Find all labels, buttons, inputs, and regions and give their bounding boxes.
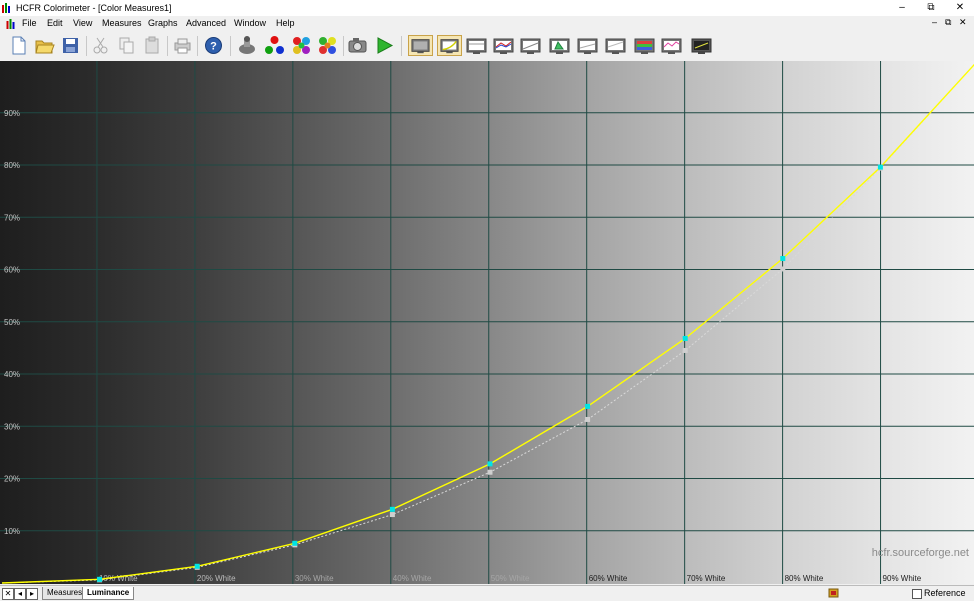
x-tick-label: 70% White	[687, 574, 726, 583]
y-tick-label: 40%	[4, 370, 20, 379]
y-tick-label: 50%	[4, 318, 20, 327]
watermark: hcfr.sourceforge.net	[872, 547, 969, 559]
reference-point	[389, 512, 395, 518]
y-tick-label: 10%	[4, 527, 20, 536]
menu-window[interactable]: Window	[234, 18, 266, 28]
sensor-icon[interactable]	[237, 35, 258, 56]
y-tick-label: 80%	[4, 161, 20, 170]
nav-next-button[interactable]: ▸	[26, 588, 38, 600]
menu-help[interactable]: Help	[276, 18, 295, 28]
print-icon[interactable]	[172, 35, 193, 56]
luminance-chart-svg: 10%20%30%40%50%60%70%80%90%10% White 20% …	[0, 61, 974, 584]
color-mix-icon[interactable]	[317, 35, 338, 56]
menu-advanced[interactable]: Advanced	[186, 18, 226, 28]
save-disk-icon[interactable]	[60, 35, 81, 56]
rgb-balls-icon[interactable]	[264, 35, 285, 56]
document-icon	[6, 19, 15, 29]
sensor-status-icon	[828, 588, 839, 598]
reference-point	[780, 266, 786, 272]
colors-icon[interactable]	[291, 35, 312, 56]
y-tick-label: 30%	[4, 422, 20, 431]
data-point	[389, 506, 395, 512]
nav-close-button[interactable]: ✕	[2, 588, 14, 600]
y-tick-label: 90%	[4, 109, 20, 118]
app-icon	[2, 3, 10, 13]
menu-bar: File Edit View Measures Graphs Advanced …	[0, 16, 974, 31]
x-tick-label: 50% White	[491, 574, 530, 583]
monitor-gray-icon[interactable]	[408, 35, 433, 56]
data-point	[292, 540, 298, 546]
data-point	[682, 335, 688, 341]
data-point	[585, 403, 591, 409]
mdi-restore-button[interactable]: ⧉	[945, 17, 951, 28]
data-point	[487, 461, 493, 467]
monitor-saturation-icon[interactable]	[575, 35, 600, 56]
monitor-luminance-icon[interactable]	[437, 35, 462, 56]
close-button[interactable]: ✕	[946, 1, 974, 15]
y-tick-label: 70%	[4, 213, 20, 222]
y-tick-label: 20%	[4, 475, 20, 484]
monitor-measures-icon[interactable]	[659, 35, 684, 56]
reference-checkbox[interactable]	[912, 589, 922, 599]
title-bar: HCFR Colorimeter - [Color Measures1] – ⧉…	[0, 0, 974, 16]
menu-measures[interactable]: Measures	[102, 18, 142, 28]
data-point	[97, 576, 103, 582]
status-bar: ✕ ◂ ▸ Measures Luminance Reference	[0, 585, 974, 601]
data-point	[194, 563, 200, 569]
x-tick-label: 20% White	[197, 574, 236, 583]
menu-edit[interactable]: Edit	[47, 18, 63, 28]
open-folder-icon[interactable]	[34, 35, 55, 56]
cut-icon[interactable]	[90, 35, 111, 56]
monitor-sat-luminance-icon[interactable]	[603, 35, 628, 56]
reference-point	[487, 469, 493, 475]
x-tick-label: 90% White	[883, 574, 922, 583]
mdi-close-button[interactable]: ✕	[959, 17, 967, 28]
play-icon[interactable]	[374, 35, 395, 56]
tab-measures[interactable]: Measures	[42, 587, 88, 600]
paste-icon[interactable]	[142, 35, 163, 56]
minimize-button[interactable]: –	[888, 1, 916, 15]
reference-point	[682, 347, 688, 353]
toolbar: ?	[0, 31, 974, 62]
new-document-icon[interactable]	[8, 35, 29, 56]
monitor-color-icon[interactable]	[632, 35, 657, 56]
help-icon[interactable]: ?	[203, 35, 224, 56]
monitor-gamma-icon[interactable]	[464, 35, 489, 56]
menu-view[interactable]: View	[73, 18, 92, 28]
reference-point	[585, 416, 591, 422]
data-point	[877, 164, 883, 170]
x-tick-label: 60% White	[589, 574, 628, 583]
reference-label: Reference	[924, 588, 966, 598]
menu-file[interactable]: File	[22, 18, 37, 28]
y-tick-label: 60%	[4, 266, 20, 275]
maximize-button[interactable]: ⧉	[917, 1, 945, 15]
data-point	[780, 256, 786, 262]
tab-luminance[interactable]: Luminance	[82, 587, 135, 600]
monitor-rgb-levels-icon[interactable]	[491, 35, 516, 56]
monitor-cie-icon[interactable]	[547, 35, 572, 56]
menu-graphs[interactable]: Graphs	[148, 18, 178, 28]
svg-text:?: ?	[210, 41, 217, 53]
mdi-minimize-button[interactable]: –	[932, 17, 937, 27]
window-title: HCFR Colorimeter - [Color Measures1]	[16, 3, 172, 13]
x-tick-label: 80% White	[785, 574, 824, 583]
x-tick-label: 30% White	[295, 574, 334, 583]
luminance-chart: 10% 20% 30% 40% 50% 60% 70% 80% 90% 10% White 20% …	[0, 61, 974, 584]
nav-prev-button[interactable]: ◂	[14, 588, 26, 600]
copy-icon[interactable]	[116, 35, 137, 56]
x-tick-label: 40% White	[393, 574, 432, 583]
camera-icon[interactable]	[347, 35, 368, 56]
monitor-temperature-icon[interactable]	[518, 35, 543, 56]
monitor-dark-icon[interactable]	[689, 35, 714, 56]
chart-background	[0, 61, 974, 584]
